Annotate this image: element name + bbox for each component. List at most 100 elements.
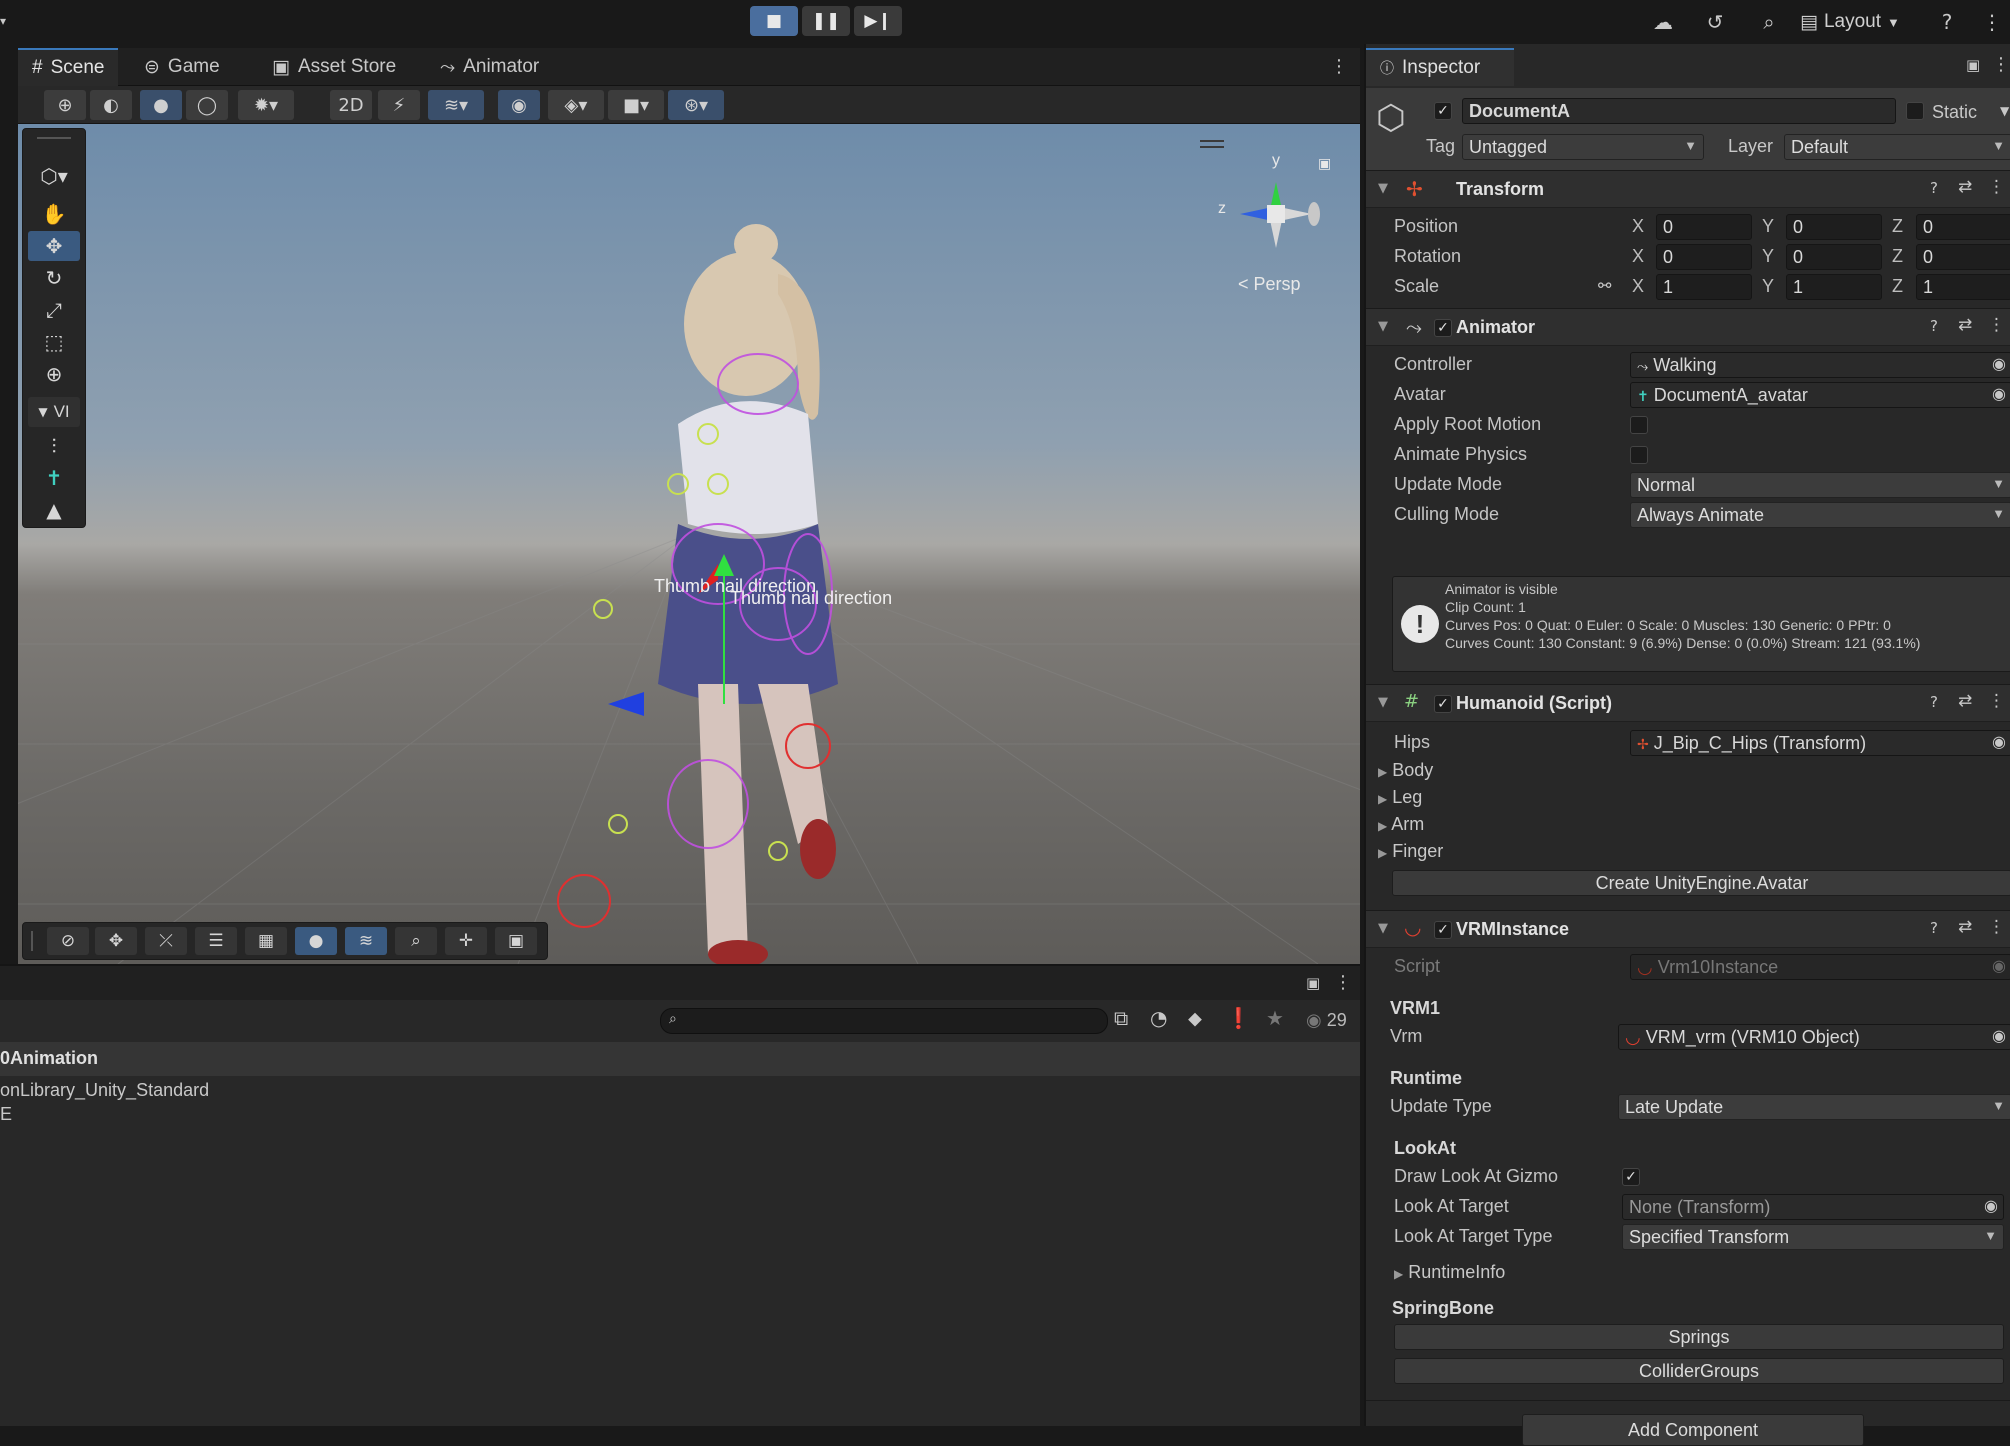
object-picker-icon[interactable]: ◉ (1992, 1026, 2006, 1045)
lock-icon[interactable]: ▣ (1306, 974, 1320, 992)
transform-header[interactable]: ▼ ✢ Transform ? ⇄ ⋮ (1366, 170, 2010, 208)
help-icon[interactable]: ? (1932, 8, 1962, 36)
debug-icon[interactable]: ✹▾ (238, 90, 294, 120)
preset-icon[interactable]: ⇄ (1958, 917, 1972, 937)
foldout-arm[interactable]: ▶ Arm (1378, 814, 1424, 835)
create-avatar-button[interactable]: Create UnityEngine.Avatar (1392, 870, 2010, 896)
type-filter-icon[interactable]: ◔ (1150, 1006, 1167, 1030)
bone-icon[interactable]: ⤫ (145, 927, 187, 955)
move-tool-icon[interactable]: ✥ (28, 231, 80, 261)
rotation-y-field[interactable]: 0 (1786, 244, 1882, 270)
drag-handle[interactable] (37, 137, 71, 139)
object-name-field[interactable]: DocumentA (1462, 98, 1896, 124)
play-stop-button[interactable]: ■ (750, 6, 798, 36)
hand-tool-icon[interactable]: ✋ (28, 199, 80, 229)
sliders-icon[interactable]: ⫶ (28, 431, 80, 461)
object-active-checkbox[interactable]: ✓ (1434, 102, 1452, 120)
drag-handle[interactable] (31, 931, 33, 951)
lock-icon[interactable]: ▣ (1318, 156, 1331, 172)
move-arrows-icon[interactable]: ✥ (95, 927, 137, 955)
label-filter-icon[interactable]: ⬥ (1188, 1006, 1202, 1030)
update-type-dropdown[interactable]: Late Update ▼ (1618, 1094, 2010, 1120)
visibility-eye-icon[interactable]: ◉ (498, 90, 540, 120)
tab-animator[interactable]: ⤳ Animator (426, 48, 553, 86)
humanoid-header[interactable]: ▼ # ✓ Humanoid (Script) ? ⇄ ⋮ (1366, 684, 2010, 722)
search-icon[interactable]: ⌕ (1754, 8, 1784, 36)
effects-icon[interactable]: ≋▾ (428, 90, 484, 120)
star-icon[interactable]: ★ (1266, 1006, 1284, 1030)
search-input[interactable]: ⌕ (660, 1008, 1108, 1034)
hidden-count[interactable]: ◉ 29 (1306, 1010, 1347, 1031)
pause-button[interactable]: ❚❚ (802, 6, 850, 36)
more-icon[interactable]: ⋮ (1330, 56, 1348, 77)
tag-dropdown[interactable]: Untagged ▼ (1462, 134, 1704, 160)
dropdown-arrow-icon[interactable]: ▾ (0, 14, 6, 28)
globe-icon[interactable]: ⊕ (44, 90, 86, 120)
animator-enabled-checkbox[interactable]: ✓ (1434, 319, 1452, 337)
tab-game[interactable]: ⊜ Game (130, 48, 234, 86)
apply-root-motion-checkbox[interactable] (1630, 416, 1648, 434)
layout-dropdown[interactable]: ▤ Layout ▼ (1800, 8, 1900, 36)
draw-gizmo-checkbox[interactable]: ✓ (1622, 1168, 1640, 1186)
preset-icon[interactable]: ⇄ (1958, 315, 1972, 335)
collider-groups-button[interactable]: ColliderGroups (1394, 1358, 2004, 1384)
preset-icon[interactable]: ⇄ (1958, 177, 1972, 197)
alert-icon[interactable]: ❗ (1226, 1006, 1251, 1030)
constrain-proportions-icon[interactable]: ⚯ (1598, 276, 1611, 295)
position-z-field[interactable]: 0 (1916, 214, 2010, 240)
avatar-field[interactable]: ✝ DocumentA_avatar (1630, 382, 2010, 408)
transform-tool-icon[interactable]: ⊕ (28, 359, 80, 389)
more-icon[interactable]: ⋮ (1988, 691, 2005, 711)
pivot-icon[interactable]: ✛ (445, 927, 487, 955)
more-icon[interactable]: ⋮ (1988, 177, 2005, 197)
wireframe-sphere-icon[interactable]: ◯ (186, 90, 228, 120)
foldout-body[interactable]: ▶ Body (1378, 760, 1433, 781)
camera-icon[interactable]: ▣ (495, 927, 537, 955)
scene-filter-icon[interactable]: ⧉ (1114, 1006, 1128, 1030)
more-icon[interactable]: ⋮ (1988, 315, 2005, 335)
scene-viewport[interactable]: y z ▣ < Persp Thumb nail direction Thumb… (18, 124, 1360, 964)
springs-button[interactable]: Springs (1394, 1324, 2004, 1350)
scale-y-field[interactable]: 1 (1786, 274, 1882, 300)
scale-tool-icon[interactable]: ⤢ (28, 295, 80, 325)
vrm-enabled-checkbox[interactable]: ✓ (1434, 921, 1452, 939)
rotation-x-field[interactable]: 0 (1656, 244, 1752, 270)
vi-dropdown[interactable]: ▼ VI (28, 397, 80, 427)
humanoid-enabled-checkbox[interactable]: ✓ (1434, 695, 1452, 713)
lighting-icon[interactable]: ⚡ (378, 90, 420, 120)
lock-icon[interactable]: ▣ (1966, 56, 1980, 74)
compass-icon[interactable]: ⊘ (47, 927, 89, 955)
cube-dropdown-icon[interactable]: ⬡▾ (28, 161, 80, 191)
list-item[interactable]: E (0, 1104, 12, 1125)
static-checkbox[interactable] (1906, 102, 1924, 120)
scale-x-field[interactable]: 1 (1656, 274, 1752, 300)
help-icon[interactable]: ? (1930, 317, 1938, 335)
list-item[interactable]: onLibrary_Unity_Standard (0, 1080, 209, 1101)
animator-header[interactable]: ▼ ⤳ ✓ Animator ? ⇄ ⋮ (1366, 308, 2010, 346)
position-x-field[interactable]: 0 (1656, 214, 1752, 240)
shape-eye-icon[interactable]: ▲ (28, 495, 80, 525)
history-icon[interactable]: ↺ (1700, 8, 1730, 36)
more-icon[interactable]: ⋮ (1992, 54, 2010, 75)
animate-physics-checkbox[interactable] (1630, 446, 1648, 464)
magnifier-icon[interactable]: ⌕ (395, 927, 437, 955)
help-icon[interactable]: ? (1930, 693, 1938, 711)
preset-icon[interactable]: ⇄ (1958, 691, 1972, 711)
gizmos-icon[interactable]: ⊛▾ (668, 90, 724, 120)
align-icon[interactable]: ☰ (195, 927, 237, 955)
target-type-dropdown[interactable]: Specified Transform ▼ (1622, 1224, 2004, 1250)
object-picker-icon[interactable]: ◉ (1992, 354, 2006, 373)
2d-toggle-icon[interactable]: 2D (330, 90, 372, 120)
foldout-leg[interactable]: ▶ Leg (1378, 787, 1422, 808)
help-icon[interactable]: ? (1930, 179, 1938, 197)
foldout-runtime-info[interactable]: ▶ RuntimeInfo (1394, 1262, 1505, 1283)
help-icon[interactable]: ? (1930, 919, 1938, 937)
more-icon[interactable]: ⋮ (1334, 972, 1352, 993)
rotate-tool-icon[interactable]: ↻ (28, 263, 80, 293)
scale-z-field[interactable]: 1 (1916, 274, 2010, 300)
persp-toggle[interactable]: < Persp (1238, 274, 1301, 295)
object-picker-icon[interactable]: ◉ (1992, 732, 2006, 751)
sphere-icon[interactable]: ● (295, 927, 337, 955)
camera-icon[interactable]: ■▾ (608, 90, 664, 120)
hips-field[interactable]: ✢ J_Bip_C_Hips (Transform) (1630, 730, 2010, 756)
